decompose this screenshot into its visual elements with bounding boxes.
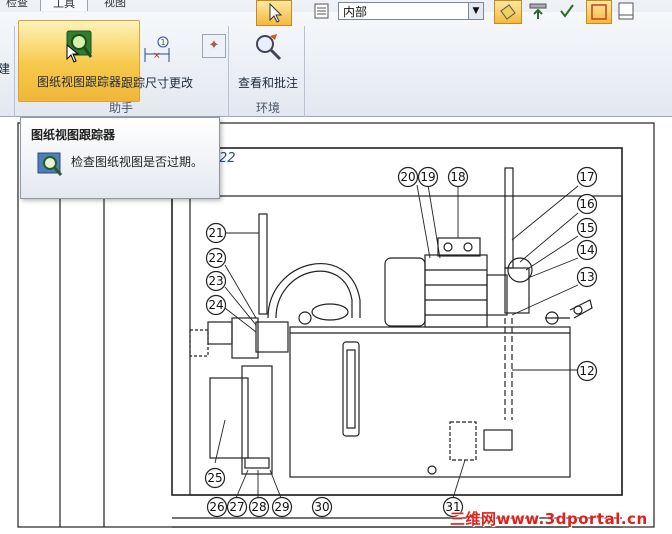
tab-view[interactable]: 视图 [98,0,132,10]
tooltip-title: 图纸视图跟踪器 [31,128,116,142]
callout-number: 26 [209,500,224,514]
callout-balloon: 19 [417,166,439,188]
callout-number: 22 [208,251,223,265]
callout-balloon: 25 [204,467,226,489]
callout-number: 30 [314,500,329,514]
callout-balloon: 20 [397,166,419,188]
magnifier-icon [37,152,65,182]
callout-number: 28 [251,500,266,514]
callout-number: 23 [208,274,223,288]
callout-number: 14 [579,243,594,257]
review-annotate-button[interactable]: 查看和批注 [232,30,304,102]
sheet-icon [618,2,634,20]
callout-balloon: 18 [447,166,469,188]
check-icon [560,4,574,18]
callout-balloon: 28 [248,496,270,518]
tooltip: 图纸视图跟踪器 检查图纸视图是否过期。 [20,117,220,199]
frame-icon [591,4,607,20]
track-dimension-change-button[interactable]: 1 × 跟踪尺寸更改 [116,30,198,102]
chevron-down-icon: ▼ [468,3,483,19]
sheet-tool-button[interactable] [614,0,638,22]
callout-balloon: 22 [205,247,227,269]
callout-balloon: 23 [205,270,227,292]
callout-balloon: 26 [206,496,228,518]
review-icon [253,32,283,65]
callout-number: 17 [579,170,594,184]
tooltip-description: 检查图纸视图是否过期。 [71,155,204,169]
callout-number: 16 [579,197,594,211]
callout-number: 18 [450,170,465,184]
callout-number: 24 [208,298,223,312]
callout-balloon: 17 [576,166,598,188]
callout-number: 21 [208,226,223,240]
ribbon-tabs: 检查 工具 视图 [0,0,260,12]
layer-dropdown[interactable]: 内部 ▼ [338,2,484,20]
align-tool-button[interactable] [526,0,550,22]
callout-number: 20 [400,170,415,184]
callout-balloon: 27 [226,496,248,518]
tab-tools[interactable]: 工具 [40,0,88,11]
callout-balloon: 30 [311,496,333,518]
group-assistant-caption: 助手 [108,101,133,115]
callout-balloon: 16 [576,193,598,215]
mouse-cursor-icon [66,43,80,68]
align-icon [529,3,547,19]
checkmark-tool-button[interactable] [556,0,578,22]
pin-icon[interactable]: ✦ [202,34,226,58]
callout-number: 25 [207,471,222,485]
callout-number: 12 [579,364,594,378]
quick-toolbar: 内部 ▼ [250,0,672,26]
callout-balloon: 24 [205,294,227,316]
callout-balloon: 15 [576,217,598,239]
callout-number: 15 [579,221,594,235]
callout-number: 27 [229,500,244,514]
ribbon-body: 建 图纸视图跟踪器 1 × 跟踪尺寸更改 ✦ 助手 查看和批注 环境 [0,12,672,122]
dim-track-button-label: 跟踪尺寸更改 [120,76,193,90]
group-partial: 建 [0,26,15,122]
group-assistant: 图纸视图跟踪器 1 × 跟踪尺寸更改 ✦ 助手 [14,20,229,122]
arrow-cursor-icon [269,2,283,23]
tab-review[interactable]: 检查 [0,0,34,10]
callout-number: 13 [579,270,594,284]
layer-dropdown-value: 内部 [343,5,368,19]
group-environment: 查看和批注 环境 [232,26,305,122]
svg-text:×: × [153,51,161,61]
select-tool-button[interactable] [256,0,292,26]
watermark: 三维网www.3dportal.cn [450,510,648,528]
group-environment-caption: 环境 [255,101,280,115]
callout-number: 29 [274,500,289,514]
callout-balloon: 14 [576,239,598,261]
layers-icon[interactable] [312,0,332,22]
review-button-label: 查看和批注 [237,76,298,90]
callout-balloon: 13 [576,266,598,288]
callout-balloon: 21 [205,222,227,244]
ribbon: 建 图纸视图跟踪器 1 × 跟踪尺寸更改 ✦ 助手 查看和批注 环境 检查 工具… [0,0,672,122]
fill-tool-button[interactable] [494,0,522,24]
svg-text:1: 1 [161,38,166,47]
partial-button-label[interactable]: 建 [0,60,10,77]
paint-bucket-icon [500,4,516,20]
callout-balloon: 29 [271,496,293,518]
dimension-track-icon: 1 × [139,36,175,69]
callout-balloon: 12 [576,360,598,382]
frame-tool-button[interactable] [586,0,612,24]
callout-number: 19 [420,170,435,184]
dimension-fragment: 22 [219,151,236,166]
